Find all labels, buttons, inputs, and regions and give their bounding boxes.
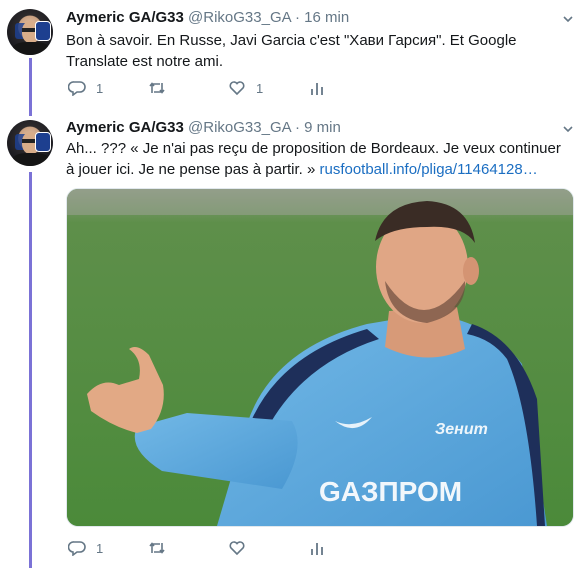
separator: · [294,119,300,136]
tweet-actions: 1 [66,540,366,560]
analytics-icon [311,543,323,555]
player-photo: GАЗПРОМ Зенит [67,189,573,526]
tweet[interactable]: Aymeric GA/G33 @RikoG33_GA · 16 min Bon … [0,0,587,112]
analytics-button[interactable] [310,80,324,96]
jersey-badge: Зенит [435,421,488,438]
author-handle[interactable]: @RikoG33_GA [188,9,291,26]
tweet-header: Aymeric GA/G33 @RikoG33_GA · 16 min [66,9,349,26]
like-icon [229,541,245,556]
avatar-badge [35,21,51,41]
tweet-time[interactable]: 16 min [304,9,349,26]
like-button[interactable] [228,540,256,556]
tweet-text: Bon à savoir. En Russe, Javi Garcia c'es… [66,32,517,70]
reply-icon [68,541,86,556]
tweet-time[interactable]: 9 min [304,119,341,136]
analytics-button[interactable] [310,540,324,556]
analytics-icon [311,83,323,95]
reply-button[interactable]: 1 [68,80,103,96]
avatar[interactable] [7,9,53,55]
like-icon [229,81,245,96]
retweet-icon [149,542,165,554]
reply-count: 1 [96,540,104,556]
avatar-badge [35,132,51,152]
retweet-icon [149,82,165,94]
tweet-media-image[interactable]: GАЗПРОМ Зенит [66,188,574,527]
like-count: 1 [256,80,264,96]
chevron-down-icon[interactable] [563,124,573,134]
chevron-down-icon[interactable] [563,14,573,24]
reply-icon [68,81,86,96]
author-name[interactable]: Aymeric GA/G33 [66,119,184,136]
tweet-text: Ah... ??? « Je n'ai pas reçu de proposit… [66,138,571,180]
reply-count: 1 [96,80,104,96]
retweet-button[interactable] [148,80,176,96]
tweet-actions: 1 1 [66,80,366,100]
retweet-button[interactable] [148,540,176,556]
avatar-shirt [13,153,49,166]
tweet[interactable]: Aymeric GA/G33 @RikoG33_GA · 9 min Ah...… [0,112,587,568]
like-button[interactable]: 1 [228,80,263,96]
author-name[interactable]: Aymeric GA/G33 [66,9,184,26]
avatar-shirt [13,42,49,55]
tweet-link[interactable]: rusfootball.info/pliga/11464128… [319,161,537,178]
tweet-header: Aymeric GA/G33 @RikoG33_GA · 9 min [66,119,341,136]
reply-button[interactable]: 1 [68,540,103,556]
jersey-sponsor: GАЗПРОМ [319,476,462,507]
avatar[interactable] [7,120,53,166]
author-handle[interactable]: @RikoG33_GA [188,119,291,136]
separator: · [294,9,300,26]
